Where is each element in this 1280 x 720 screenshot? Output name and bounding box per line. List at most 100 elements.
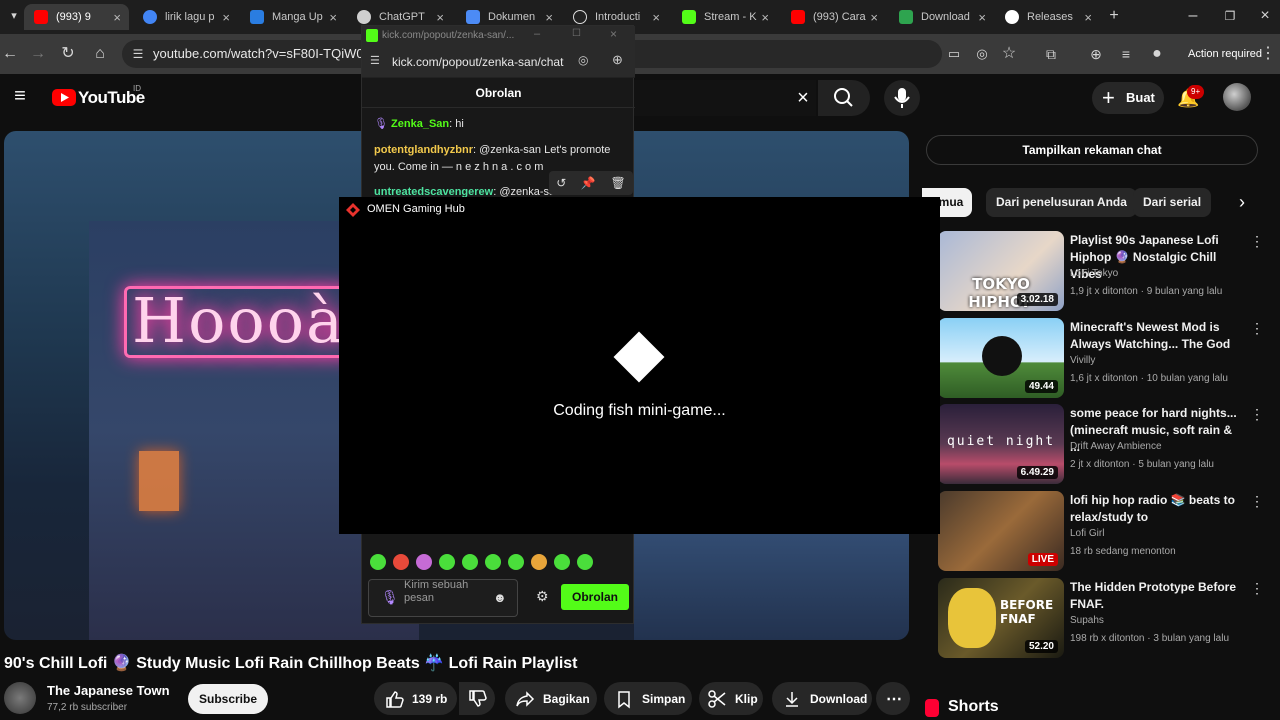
extensions-icon[interactable]: ⧉ (1041, 44, 1061, 64)
tab-youtube[interactable]: (993) 9 × (24, 4, 129, 30)
emote-icon[interactable] (370, 554, 386, 570)
maximize-icon[interactable]: ☐ (572, 28, 581, 39)
url-text[interactable]: youtube.com/watch?v=sF80I-TQiW0 (153, 46, 364, 61)
close-icon[interactable]: × (978, 10, 986, 25)
back-icon[interactable]: ← (0, 44, 20, 64)
new-tab-icon[interactable]: + (1104, 6, 1124, 26)
popout-titlebar[interactable]: kick.com/popout/zenka-san/... – ☐ × (362, 26, 635, 46)
save-button[interactable]: Simpan (604, 682, 692, 715)
recommendation-item[interactable]: 49.44 Minecraft's Newest Mod is Always W… (924, 318, 1264, 398)
hamburger-menu-icon[interactable]: ≡ (10, 86, 30, 106)
more-actions-button[interactable]: ⋯ (876, 682, 910, 715)
channel-avatar[interactable] (4, 682, 36, 714)
eye-off-icon[interactable]: ◎ (972, 44, 992, 64)
trash-icon[interactable]: 🗑 (610, 176, 625, 190)
like-button[interactable]: 139 rb (374, 682, 457, 715)
forward-icon[interactable]: → (28, 44, 48, 64)
more-vertical-icon[interactable]: ⋮ (1250, 580, 1264, 597)
show-chat-replay-button[interactable]: Tampilkan rekaman chat (926, 135, 1258, 165)
close-icon[interactable]: × (222, 10, 230, 25)
recommendation-item[interactable]: LIVE lofi hip hop radio 📚 beats to relax… (924, 491, 1264, 571)
emote-icon[interactable] (416, 554, 432, 570)
download-button[interactable]: Download (772, 682, 872, 715)
pin-icon[interactable]: 📌 (581, 176, 596, 190)
gear-icon[interactable]: ⚙ (536, 588, 549, 605)
reload-icon[interactable]: ↻ (58, 44, 78, 64)
clip-button[interactable]: Klip (699, 682, 763, 715)
chat-username[interactable]: Zenka_San (391, 118, 449, 130)
profile-icon[interactable]: ● (1147, 44, 1167, 64)
tab-kick-stream[interactable]: Stream - K × (672, 4, 777, 30)
chip-from-search[interactable]: Dari penelusuran Anda (986, 188, 1137, 217)
tab-youtube-2[interactable]: (993) Cara × (781, 4, 886, 30)
close-icon[interactable]: × (652, 10, 660, 25)
video-thumbnail[interactable]: BEFORE FNAF 52.20 (938, 578, 1064, 658)
minimize-icon[interactable]: – (1183, 6, 1203, 26)
site-info-icon[interactable]: ☰ (370, 54, 380, 67)
tab-github[interactable]: Releases × (995, 4, 1100, 30)
subscribe-button[interactable]: Subscribe (188, 684, 268, 714)
bookmark-star-icon[interactable]: ☆ (999, 44, 1019, 64)
emote-icon[interactable] (577, 554, 593, 570)
close-icon[interactable]: × (113, 10, 121, 25)
close-icon[interactable]: × (329, 10, 337, 25)
clear-search-icon[interactable]: × (793, 88, 813, 108)
search-button[interactable] (818, 80, 870, 116)
video-thumbnail[interactable]: 49.44 (938, 318, 1064, 398)
more-vertical-icon[interactable]: ⋮ (1250, 233, 1264, 250)
close-icon[interactable]: × (761, 10, 769, 25)
more-vertical-icon[interactable]: ⋮ (1250, 493, 1264, 510)
channel-name[interactable]: The Japanese Town (47, 683, 170, 698)
tab-download[interactable]: Download × (889, 4, 994, 30)
maximize-icon[interactable]: ❐ (1220, 6, 1240, 26)
tab-manga[interactable]: Manga Up × (240, 4, 345, 30)
youtube-logo-icon[interactable] (52, 89, 76, 106)
eye-off-icon[interactable]: ◎ (578, 53, 588, 67)
minimize-icon[interactable]: – (534, 28, 540, 40)
popout-url[interactable]: kick.com/popout/zenka-san/chat (392, 55, 563, 69)
recommendation-item[interactable]: quiet night 6.49.29 some peace for hard … (924, 404, 1264, 484)
action-required-button[interactable]: Action required (1180, 42, 1270, 66)
emote-icon[interactable] (485, 554, 501, 570)
more-vertical-icon[interactable]: ⋮ (1250, 320, 1264, 337)
emote-icon[interactable] (439, 554, 455, 570)
emote-icon[interactable] (531, 554, 547, 570)
chevron-right-icon[interactable]: › (1232, 192, 1252, 212)
voice-search-button[interactable] (884, 80, 920, 116)
emote-icon[interactable] (462, 554, 478, 570)
window-close-icon[interactable]: × (1255, 6, 1275, 26)
emoji-icon[interactable]: ☻ (493, 590, 507, 605)
recommendation-item[interactable]: BEFORE FNAF 52.20 The Hidden Prototype B… (924, 578, 1264, 658)
chat-username[interactable]: potentglandhyzbnr (374, 144, 473, 156)
chat-send-button[interactable]: Obrolan (561, 584, 629, 610)
emote-icon[interactable] (554, 554, 570, 570)
downloads-icon[interactable]: ⊕ (1086, 44, 1106, 64)
tab-google[interactable]: lirik lagu p × (133, 4, 238, 30)
video-thumbnail[interactable]: quiet night 6.49.29 (938, 404, 1064, 484)
close-icon[interactable]: × (610, 27, 617, 41)
close-icon[interactable]: × (545, 10, 553, 25)
chip-from-series[interactable]: Dari serial (1133, 188, 1212, 217)
account-avatar[interactable] (1223, 83, 1251, 111)
close-icon[interactable]: × (1084, 10, 1092, 25)
emote-icon[interactable] (508, 554, 524, 570)
close-icon[interactable]: × (870, 10, 878, 25)
home-icon[interactable]: ⌂ (90, 44, 110, 64)
bookmark-icon (618, 690, 630, 709)
reply-icon[interactable]: ↺ (556, 176, 566, 190)
search-input[interactable] (634, 80, 816, 116)
download-circle-icon[interactable]: ⊕ (612, 52, 623, 68)
share-button[interactable]: Bagikan (505, 682, 597, 715)
dislike-button[interactable] (459, 682, 495, 715)
more-vertical-icon[interactable]: ⋮ (1250, 406, 1264, 423)
create-button[interactable]: + Buat (1092, 82, 1164, 114)
site-info-icon[interactable]: ☰ (128, 44, 148, 64)
close-icon[interactable]: × (436, 10, 444, 25)
recommendation-item[interactable]: TOKYO HIPHOP 3.02.18 Playlist 90s Japane… (924, 231, 1264, 311)
tab-search-icon[interactable]: ▾ (4, 6, 24, 26)
emote-icon[interactable] (393, 554, 409, 570)
video-thumbnail[interactable]: TOKYO HIPHOP 3.02.18 (938, 231, 1064, 311)
media-icon[interactable]: ≡ (1116, 44, 1136, 64)
cast-icon[interactable]: ▭ (944, 44, 964, 64)
video-thumbnail[interactable]: LIVE (938, 491, 1064, 571)
